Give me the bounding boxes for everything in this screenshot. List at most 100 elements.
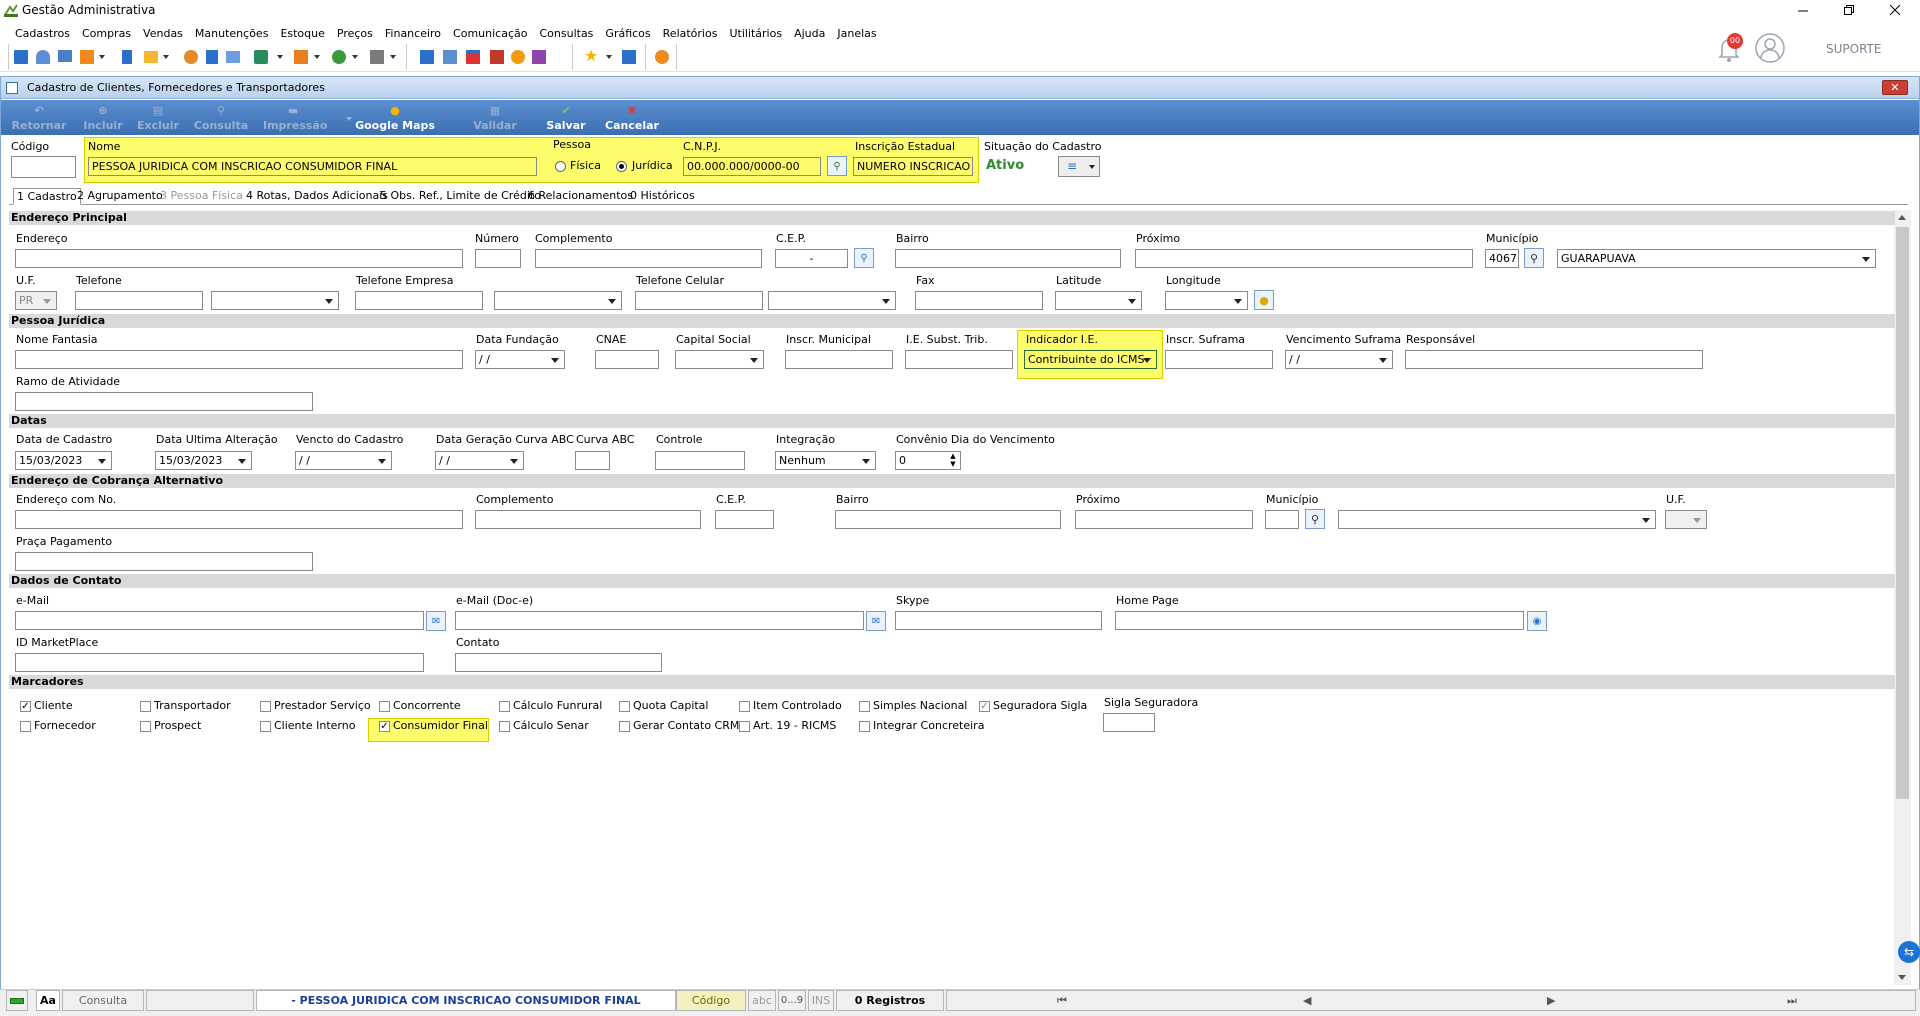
menu-utilitarios[interactable]: Utilitários <box>729 27 782 40</box>
venc-suframa-field[interactable]: / / <box>1285 350 1393 369</box>
menu-ajuda[interactable]: Ajuda <box>794 27 825 40</box>
prev-record-icon[interactable]: ◀ <box>1303 991 1311 1010</box>
bairro-field[interactable] <box>895 249 1121 268</box>
nome-field[interactable]: PESSOA JURIDICA COM INSCRICAO CONSUMIDOR… <box>88 157 537 176</box>
praca-field[interactable] <box>15 552 313 571</box>
marcador-label[interactable]: Integrar Concreteira <box>873 719 984 732</box>
vertical-scrollbar[interactable] <box>1894 210 1911 985</box>
home-page-open-button[interactable]: ◉ <box>1527 611 1547 631</box>
chart-icon[interactable] <box>532 50 546 64</box>
suframa-field[interactable] <box>1165 350 1273 369</box>
contato-field[interactable] <box>455 653 662 672</box>
marcador-label[interactable]: Consumidor Final <box>393 719 488 732</box>
inscr-municipal-field[interactable] <box>785 350 893 369</box>
marcador-label[interactable]: Quota Capital <box>633 699 708 712</box>
indicador-ie-select[interactable]: Contribuinte do ICMS <box>1024 350 1157 369</box>
data-cadastro-field[interactable]: 15/03/2023 <box>15 451 112 470</box>
user-avatar-icon[interactable] <box>1754 32 1786 64</box>
power-icon[interactable] <box>655 50 669 64</box>
telefone-type-select[interactable] <box>211 291 339 310</box>
calendar-icon[interactable] <box>443 50 457 64</box>
restore-icon[interactable] <box>1842 3 1856 17</box>
next-record-icon[interactable]: ▶ <box>1547 991 1555 1010</box>
data-ult-alt-field[interactable]: 15/03/2023 <box>155 451 252 470</box>
menu-manutencoes[interactable]: Manutenções <box>195 27 269 40</box>
cob-municipio-search-button[interactable]: ⚲ <box>1305 509 1325 529</box>
menu-consultas[interactable]: Consultas <box>539 27 593 40</box>
municipio-code-field[interactable]: 4067 <box>1485 249 1519 268</box>
agenda-icon[interactable] <box>466 50 480 64</box>
minimize-icon[interactable] <box>1796 4 1810 18</box>
tab-pessoa-fisica[interactable]: 3 Pessoa Física <box>157 188 246 205</box>
salvar-button[interactable]: ✔ Salvar <box>536 104 596 132</box>
cep-search-button[interactable]: ⚲ <box>854 248 874 268</box>
marcador-label[interactable]: Fornecedor <box>34 719 96 732</box>
dropdown-arrow-icon[interactable] <box>99 55 105 59</box>
scroll-up-icon[interactable] <box>1898 215 1906 220</box>
menu-janelas[interactable]: Janelas <box>837 27 876 40</box>
menu-precos[interactable]: Preços <box>337 27 373 40</box>
cancelar-button[interactable]: ✖ Cancelar <box>602 104 662 132</box>
marcador-checkbox[interactable] <box>140 721 151 732</box>
dropdown-arrow-icon[interactable] <box>314 55 320 59</box>
printer-icon[interactable] <box>370 50 384 64</box>
tel-empresa-type-select[interactable] <box>494 291 622 310</box>
tab-rotas[interactable]: 4 Rotas, Dados Adicionais <box>243 188 391 205</box>
email-field[interactable] <box>15 611 424 630</box>
teamviewer-icon[interactable]: ⇆ <box>1898 941 1920 963</box>
numero-field[interactable] <box>475 249 521 268</box>
cob-bairro-field[interactable] <box>835 510 1061 529</box>
marcador-label[interactable]: Cliente <box>34 699 73 712</box>
marcador-label[interactable]: Concorrente <box>393 699 461 712</box>
id-marketplace-field[interactable] <box>15 653 424 672</box>
cnpj-field[interactable]: 00.000.000/0000-00 <box>683 157 821 176</box>
clock-icon[interactable] <box>511 50 525 64</box>
convenio-spinner[interactable]: ▲ ▼ <box>946 452 960 469</box>
municipio-search-button[interactable]: ⚲ <box>1524 248 1544 268</box>
scroll-down-icon[interactable] <box>1898 975 1906 980</box>
email-doc-field[interactable] <box>455 611 864 630</box>
marcador-label[interactable]: Item Controlado <box>753 699 842 712</box>
marcador-checkbox[interactable]: ✓ <box>20 701 31 712</box>
box-icon[interactable] <box>294 50 308 64</box>
tel-celular-type-select[interactable] <box>768 291 896 310</box>
cob-cep-field[interactable] <box>715 510 774 529</box>
juridica-label[interactable]: Jurídica <box>632 159 673 172</box>
home-page-field[interactable] <box>1115 611 1524 630</box>
codigo-field[interactable] <box>11 156 76 178</box>
marcador-checkbox[interactable] <box>619 721 630 732</box>
capital-select[interactable] <box>675 350 764 369</box>
vencto-cadastro-field[interactable]: / / <box>295 451 392 470</box>
marcador-checkbox[interactable] <box>499 701 510 712</box>
incluir-button[interactable]: ⊕ Incluir <box>73 104 133 132</box>
list-icon[interactable] <box>226 51 240 63</box>
marcador-checkbox[interactable]: ✓ <box>979 701 990 712</box>
email-doc-send-button[interactable]: ✉ <box>866 611 886 631</box>
tab-agrupamento[interactable]: 2 Agrupamento <box>74 188 166 205</box>
star-icon[interactable]: ★ <box>584 46 598 65</box>
cob-municipio-code-field[interactable] <box>1265 510 1299 529</box>
longitude-select[interactable] <box>1165 291 1248 310</box>
dropdown-arrow-icon[interactable] <box>163 55 169 59</box>
user-icon[interactable] <box>184 50 198 64</box>
endereco-field[interactable] <box>15 249 463 268</box>
situacao-filter-button[interactable]: ≡ <box>1058 156 1100 177</box>
sigla-seguradora-field[interactable] <box>1103 713 1155 732</box>
cob-uf-select[interactable] <box>1665 510 1707 529</box>
municipio-select[interactable]: GUARAPUAVA <box>1557 249 1876 268</box>
juridica-radio[interactable] <box>616 161 627 172</box>
fax-field[interactable] <box>915 291 1043 310</box>
menu-comunicacao[interactable]: Comunicação <box>453 27 527 40</box>
menu-compras[interactable]: Compras <box>82 27 131 40</box>
cob-endereco-field[interactable] <box>15 510 463 529</box>
tab-cadastro[interactable]: 1 Cadastro <box>13 188 81 205</box>
menu-graficos[interactable]: Gráficos <box>605 27 650 40</box>
cob-municipio-select[interactable] <box>1338 510 1656 529</box>
marcador-checkbox[interactable] <box>859 721 870 732</box>
cob-complemento-field[interactable] <box>475 510 701 529</box>
marcador-checkbox[interactable] <box>859 701 870 712</box>
hierarchy-icon[interactable] <box>80 50 94 64</box>
child-close-button[interactable]: ✕ <box>1882 80 1908 95</box>
marcador-label[interactable]: Gerar Contato CRM <box>633 719 739 732</box>
google-maps-button[interactable]: ● Google Maps <box>355 104 435 132</box>
